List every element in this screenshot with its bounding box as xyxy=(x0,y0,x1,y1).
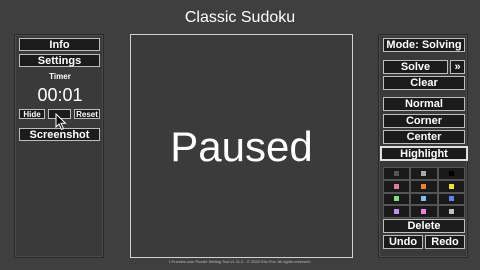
left-panel: Info Settings Timer 00:01 Hide Reset Scr… xyxy=(14,34,104,258)
reset-timer-button[interactable]: Reset xyxy=(74,109,100,119)
undo-button[interactable]: Undo xyxy=(383,235,423,249)
color-swatch-5[interactable] xyxy=(410,179,438,193)
timer-label: Timer xyxy=(49,72,71,81)
right-panel: Mode: Solving Solve » Clear Normal Corne… xyxy=(378,34,468,258)
solve-button[interactable]: Solve xyxy=(383,60,448,74)
highlight-mode-button[interactable]: Highlight xyxy=(380,146,468,161)
normal-mode-button[interactable]: Normal xyxy=(383,97,465,111)
hide-timer-button[interactable]: Hide xyxy=(19,109,45,119)
color-swatch-dot xyxy=(421,183,427,189)
sudoku-grid-paused[interactable]: Paused xyxy=(130,34,353,258)
color-swatch-7[interactable] xyxy=(383,192,411,206)
color-swatch-dot xyxy=(448,170,454,176)
color-palette xyxy=(383,167,465,218)
paused-text: Paused xyxy=(170,123,313,170)
color-swatch-3[interactable] xyxy=(437,167,465,180)
page-title: Classic Sudoku xyxy=(184,9,296,26)
color-swatch-1[interactable] xyxy=(383,167,411,180)
color-swatch-dot xyxy=(394,183,400,189)
color-swatch-dot xyxy=(394,196,400,202)
color-swatch-dot xyxy=(448,183,454,189)
corner-mode-button[interactable]: Corner xyxy=(383,114,465,128)
color-swatch-dot xyxy=(394,170,400,176)
info-button[interactable]: Info xyxy=(19,38,100,51)
redo-button[interactable]: Redo xyxy=(425,235,465,249)
clear-button[interactable]: Clear xyxy=(383,76,465,90)
mouse-cursor-icon xyxy=(55,113,67,131)
color-swatch-10[interactable] xyxy=(383,205,411,218)
color-swatch-dot xyxy=(421,170,427,176)
color-swatch-12[interactable] xyxy=(437,205,465,218)
timer-display: 00:01 xyxy=(37,85,83,105)
footer-copyright: f-Puzzles.com Puzzle Setting Tool v1.11.… xyxy=(169,259,311,264)
more-options-button[interactable]: » xyxy=(450,60,465,74)
mode-button[interactable]: Mode: Solving xyxy=(383,38,465,52)
color-swatch-dot xyxy=(421,196,427,202)
color-swatch-8[interactable] xyxy=(410,192,438,206)
color-swatch-dot xyxy=(448,209,454,215)
color-swatch-dot xyxy=(394,209,400,215)
delete-button[interactable]: Delete xyxy=(383,219,465,233)
color-swatch-9[interactable] xyxy=(437,192,465,206)
settings-button[interactable]: Settings xyxy=(19,54,100,67)
center-mode-button[interactable]: Center xyxy=(383,130,465,144)
color-swatch-11[interactable] xyxy=(410,205,438,218)
color-swatch-dot xyxy=(421,209,427,215)
color-swatch-4[interactable] xyxy=(383,179,411,193)
color-swatch-2[interactable] xyxy=(410,167,438,180)
color-swatch-dot xyxy=(448,196,454,202)
color-swatch-6[interactable] xyxy=(437,179,465,193)
